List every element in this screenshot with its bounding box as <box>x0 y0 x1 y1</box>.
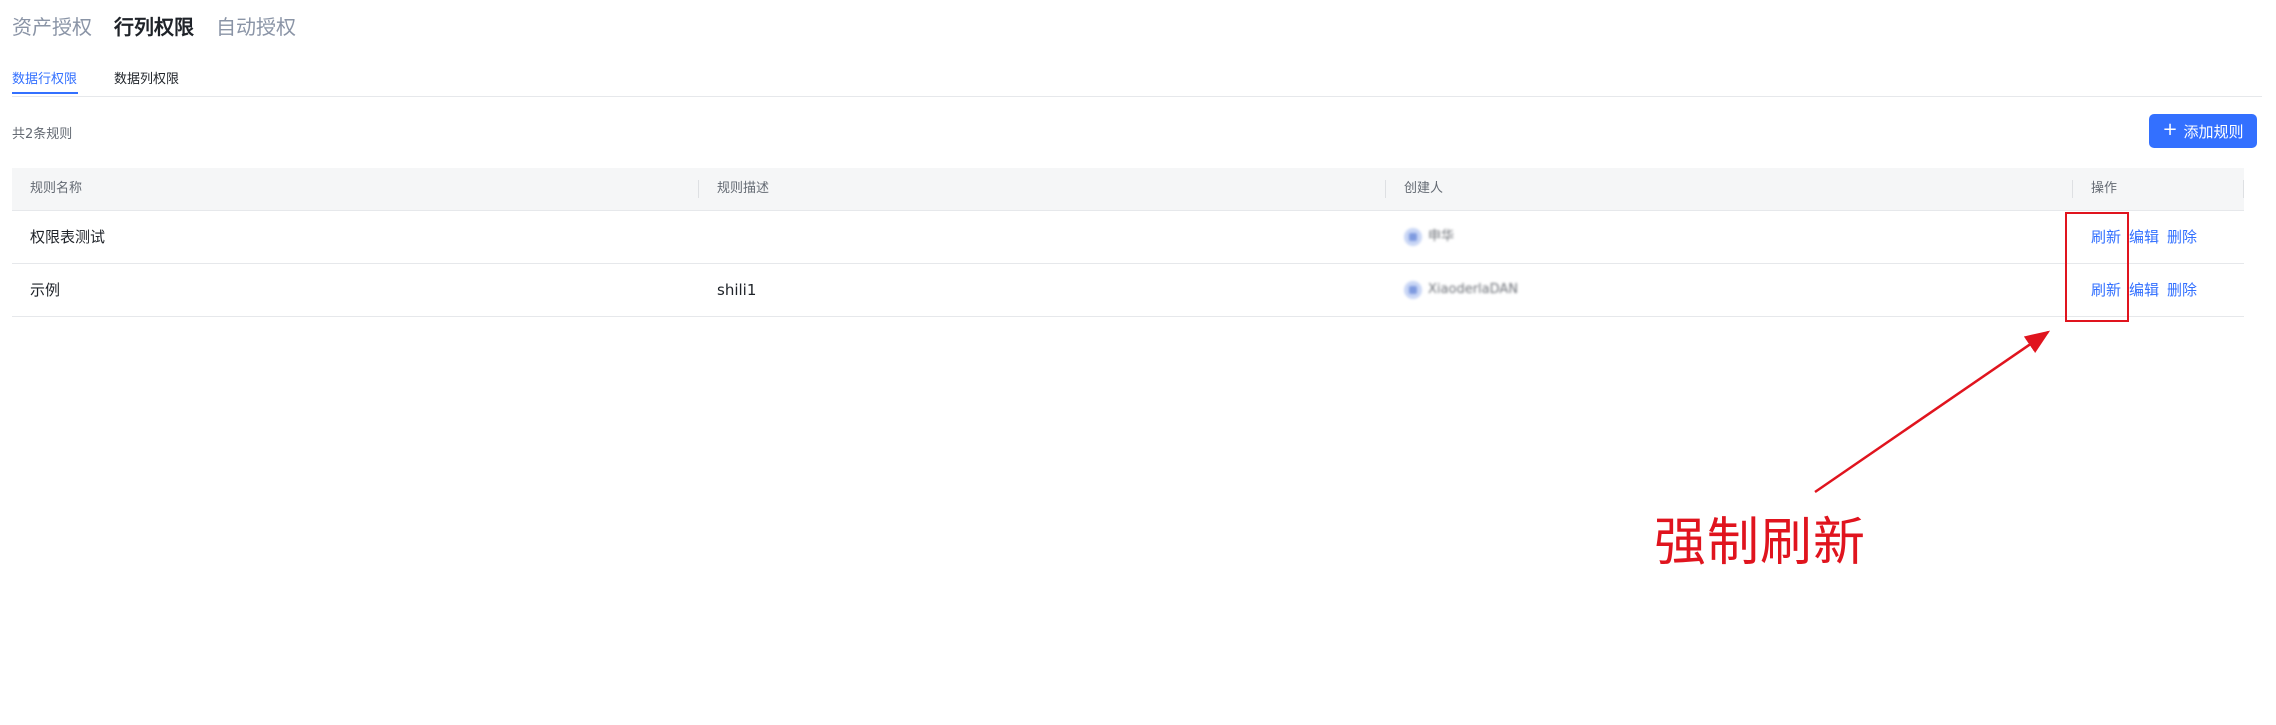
rules-table: 规则名称 规则描述 创建人 操作 权限表测试 申华 刷新 编辑 删除 示例 sh… <box>12 168 2244 317</box>
rule-count-text: 共2条规则 <box>12 127 73 142</box>
header-actions: 操作 <box>2091 181 2118 196</box>
header-rule-name: 规则名称 <box>30 181 83 196</box>
header-creator: 创建人 <box>1404 181 1444 196</box>
creator-name: XiaoderlaDAN <box>1428 282 1519 297</box>
sub-tab-bar: 数据行权限 数据列权限 <box>12 62 2262 97</box>
table-row: 示例 shili1 XiaoderlaDAN 刷新 编辑 删除 <box>12 264 2244 317</box>
delete-button[interactable]: 删除 <box>2167 264 2197 316</box>
delete-button[interactable]: 删除 <box>2167 211 2197 263</box>
creator: 申华 <box>1404 211 1454 263</box>
creator-cell: XiaoderlaDAN <box>1404 264 1518 316</box>
header-rule-description: 规则描述 <box>717 181 770 196</box>
add-rule-button[interactable]: + 添加规则 <box>2149 114 2257 148</box>
column-divider[interactable] <box>2072 180 2073 198</box>
tab-asset-authorization[interactable]: 资产授权 <box>12 11 92 40</box>
creator-cell: 申华 <box>1404 211 1454 263</box>
top-tab-bar: 资产授权 行列权限 自动授权 <box>12 8 296 42</box>
plus-icon: + <box>2162 119 2178 140</box>
table-row: 权限表测试 申华 刷新 编辑 删除 <box>12 211 2244 264</box>
annotation-highlight-box <box>2065 212 2129 322</box>
tab-row-column-permissions[interactable]: 行列权限 <box>114 11 194 40</box>
tab-data-row-permissions[interactable]: 数据行权限 <box>12 68 78 94</box>
column-divider[interactable] <box>698 180 699 198</box>
column-divider[interactable] <box>2243 180 2244 198</box>
rule-name-cell: 权限表测试 <box>30 228 106 246</box>
page: 资产授权 行列权限 自动授权 数据行权限 数据列权限 共2条规则 + 添加规则 … <box>0 0 2276 725</box>
column-divider[interactable] <box>1385 180 1386 198</box>
avatar <box>1404 228 1422 246</box>
annotation-label: 强制刷新 <box>1654 513 1867 573</box>
tab-data-column-permissions[interactable]: 数据列权限 <box>114 68 179 94</box>
annotation-arrow <box>1814 330 2051 494</box>
creator: XiaoderlaDAN <box>1404 264 1518 316</box>
rule-name-cell: 示例 <box>30 281 61 299</box>
creator-name: 申华 <box>1428 229 1455 244</box>
table-header: 规则名称 规则描述 创建人 操作 <box>12 168 2244 211</box>
avatar <box>1404 281 1422 299</box>
rule-description-cell: shili1 <box>717 281 757 299</box>
tab-auto-authorization[interactable]: 自动授权 <box>216 11 296 40</box>
edit-button[interactable]: 编辑 <box>2129 264 2159 316</box>
add-rule-label: 添加规则 <box>2183 122 2244 141</box>
edit-button[interactable]: 编辑 <box>2129 211 2159 263</box>
